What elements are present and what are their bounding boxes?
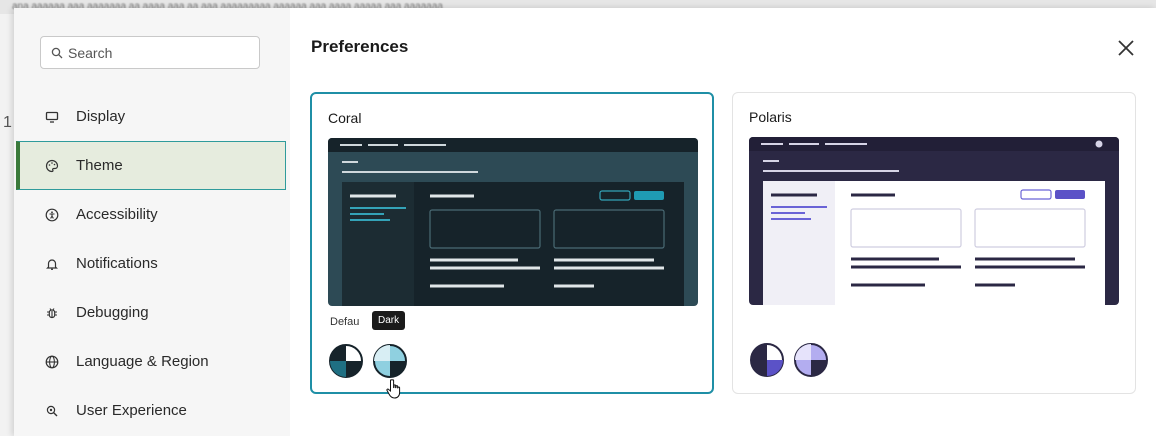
sidebar-nav: Display Theme Accessibility Notification… — [14, 92, 290, 435]
hand-cursor-icon — [386, 379, 401, 399]
sidebar-item-label: Display — [76, 108, 126, 125]
sidebar-item-theme[interactable]: Theme — [16, 141, 286, 190]
polaris-dark-swatch[interactable] — [793, 342, 829, 378]
sidebar-item-label: Theme — [76, 157, 123, 174]
polaris-default-swatch[interactable] — [749, 342, 785, 378]
main-panel: Preferences Coral Defau Dark Polaris — [290, 8, 1156, 436]
search-box[interactable] — [40, 36, 260, 69]
variant-label: Defau — [330, 316, 360, 328]
monitor-icon — [44, 109, 60, 125]
theme-preview-coral — [328, 138, 698, 306]
bell-icon — [44, 256, 60, 272]
sidebar-item-notifications[interactable]: Notifications — [14, 239, 290, 288]
accessibility-icon — [44, 207, 60, 223]
sidebar-item-accessibility[interactable]: Accessibility — [14, 190, 290, 239]
user-experience-icon — [44, 403, 60, 419]
search-icon — [51, 47, 63, 58]
sidebar-item-language-region[interactable]: Language & Region — [14, 337, 290, 386]
tooltip: Dark — [372, 311, 406, 330]
theme-name: Coral — [328, 110, 362, 126]
theme-preview-polaris — [749, 137, 1119, 305]
sidebar-item-display[interactable]: Display — [14, 92, 290, 141]
close-icon[interactable] — [1116, 38, 1136, 58]
sidebar-item-label: Language & Region — [76, 353, 209, 370]
coral-default-swatch[interactable] — [328, 343, 364, 379]
sidebar-item-label: Notifications — [76, 255, 158, 272]
search-input[interactable] — [68, 44, 248, 61]
sidebar-item-label: Debugging — [76, 304, 149, 321]
globe-icon — [44, 354, 60, 370]
preferences-dialog: Display Theme Accessibility Notification… — [14, 8, 1156, 436]
bug-icon — [44, 305, 60, 321]
palette-icon — [44, 158, 60, 174]
sidebar-item-user-experience[interactable]: User Experience — [14, 386, 290, 435]
theme-name: Polaris — [749, 109, 792, 125]
background-edge: 1 — [0, 14, 14, 436]
theme-card-coral[interactable]: Coral Defau Dark — [310, 92, 714, 399]
sidebar-item-debugging[interactable]: Debugging — [14, 288, 290, 337]
theme-card-polaris[interactable]: Polaris — [732, 92, 1136, 394]
sidebar-item-label: Accessibility — [76, 206, 158, 223]
coral-dark-swatch[interactable] — [372, 343, 408, 379]
sidebar: Display Theme Accessibility Notification… — [14, 8, 290, 436]
page-title: Preferences — [311, 37, 409, 56]
sidebar-item-label: User Experience — [76, 402, 187, 419]
background-glyph: 1 — [3, 114, 12, 131]
